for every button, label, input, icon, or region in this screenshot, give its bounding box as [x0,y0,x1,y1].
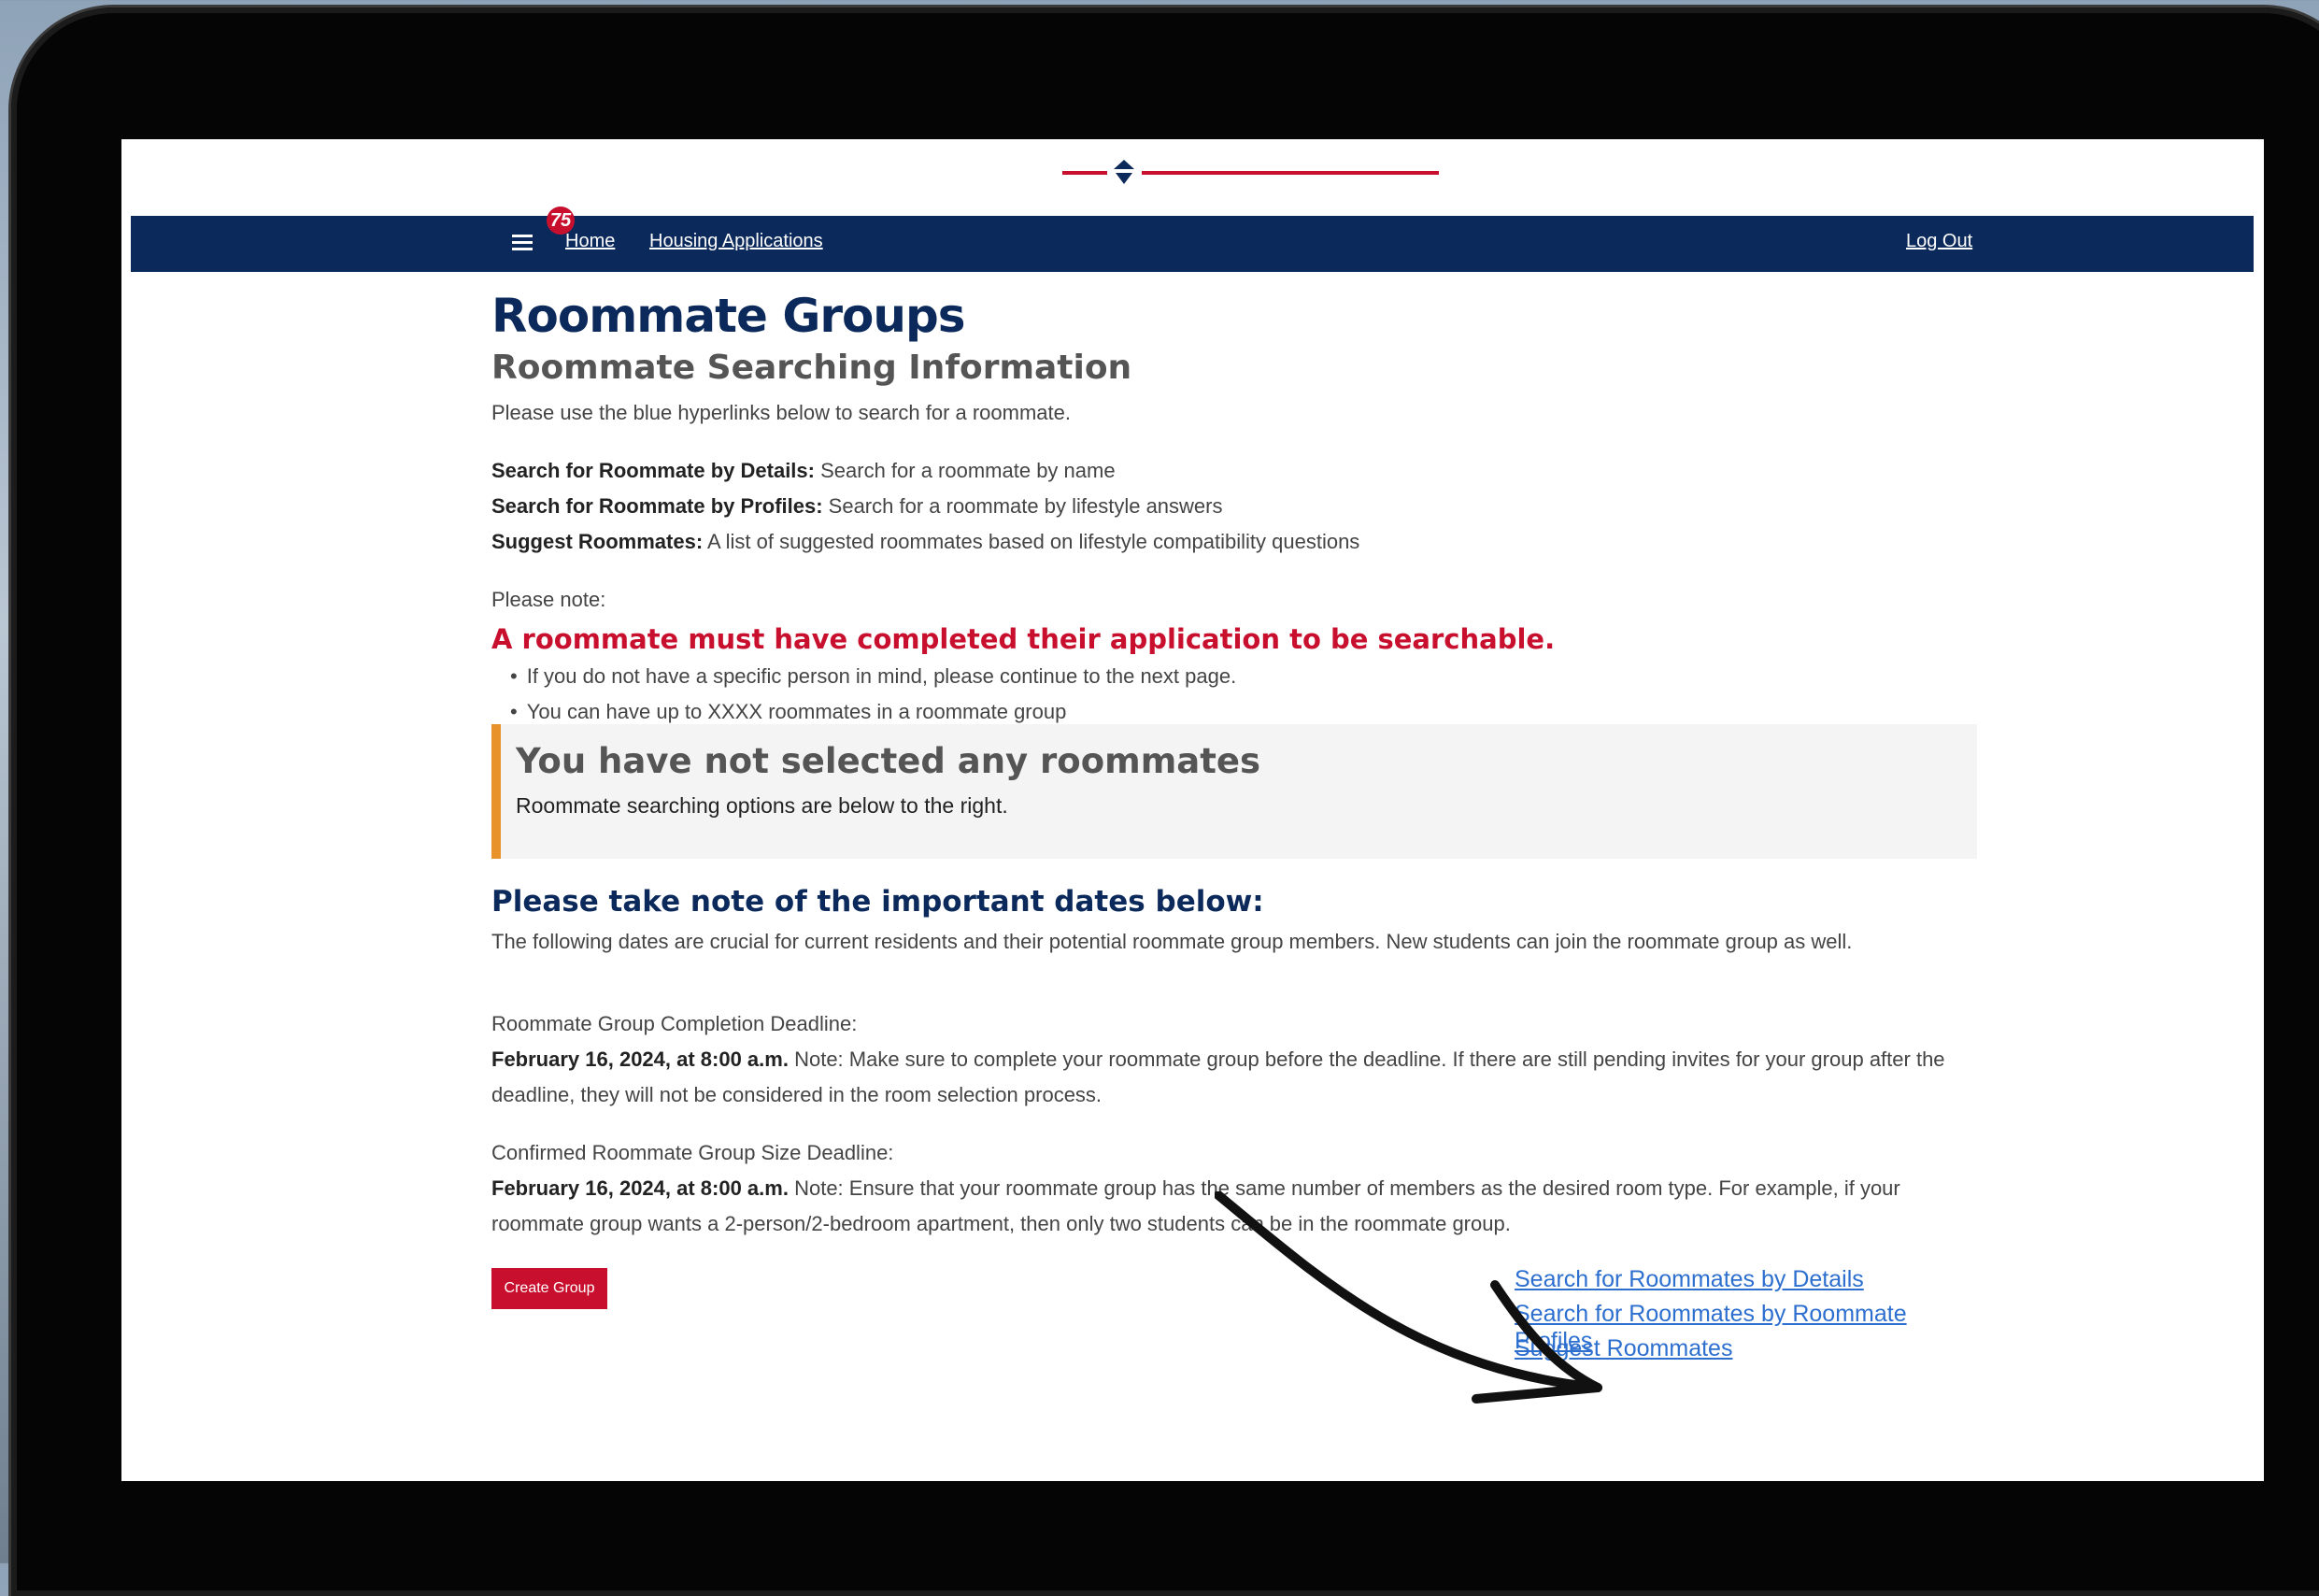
annotation-arrow-icon [1215,1191,1602,1404]
definition-desc: Search for a roommate by lifestyle answe… [822,494,1223,518]
create-group-button[interactable]: Create Group [491,1268,607,1309]
deadline-text: February 16, 2024, at 8:00 a.m. Note: Ma… [491,1042,1977,1113]
notice-title: You have not selected any roommates [516,741,1261,781]
definition-term: Search for Roommate by Details: [491,459,815,482]
hamburger-menu-icon[interactable] [512,231,533,255]
tablet-frame: 75 Home Housing Applications Log Out Roo… [11,7,2319,1596]
definition-profiles: Search for Roommate by Profiles: Search … [491,489,1223,524]
deadline-date: February 16, 2024, at 8:00 a.m. [491,1047,789,1071]
page-title: Roommate Groups [491,289,966,343]
top-navbar: 75 Home Housing Applications Log Out [131,207,2254,272]
definition-suggest: Suggest Roommates: A list of suggested r… [491,524,1359,560]
note-bullet-list: If you do not have a specific person in … [510,659,1237,730]
dates-intro-text: The following dates are crucial for curr… [491,930,1853,953]
browser-screen: 75 Home Housing Applications Log Out Roo… [121,139,2264,1481]
definition-details: Search for Roommate by Details: Search f… [491,453,1116,489]
definition-term: Suggest Roommates: [491,530,704,553]
deadline-label: Roommate Group Completion Deadline: [491,1012,858,1035]
deadline-date: February 16, 2024, at 8:00 a.m. [491,1176,789,1200]
logo-rule-right [1142,171,1439,175]
definition-desc: Search for a roommate by name [814,459,1116,482]
logo-icon [1114,160,1134,184]
notice-text: Roommate searching options are below to … [516,793,1008,818]
nav-home-link[interactable]: Home [565,231,615,252]
important-dates-heading: Please take note of the important dates … [491,885,1264,919]
logout-link[interactable]: Log Out [1906,231,1972,252]
please-note-label: Please note: [491,588,606,611]
definition-term: Search for Roommate by Profiles: [491,494,823,518]
warning-heading: A roommate must have completed their app… [491,623,1556,655]
deadline-label: Confirmed Roommate Group Size Deadline: [491,1141,894,1164]
definition-desc: A list of suggested roommates based on l… [703,530,1360,553]
logo-rule-left [1062,171,1107,175]
intro-text: Please use the blue hyperlinks below to … [491,401,1071,424]
no-roommates-notice: You have not selected any roommates Room… [491,724,1977,859]
logo-bar [121,139,2264,214]
page-subtitle: Roommate Searching Information [491,349,1132,387]
nav-housing-applications-link[interactable]: Housing Applications [649,231,823,252]
list-item: If you do not have a specific person in … [510,659,1237,694]
